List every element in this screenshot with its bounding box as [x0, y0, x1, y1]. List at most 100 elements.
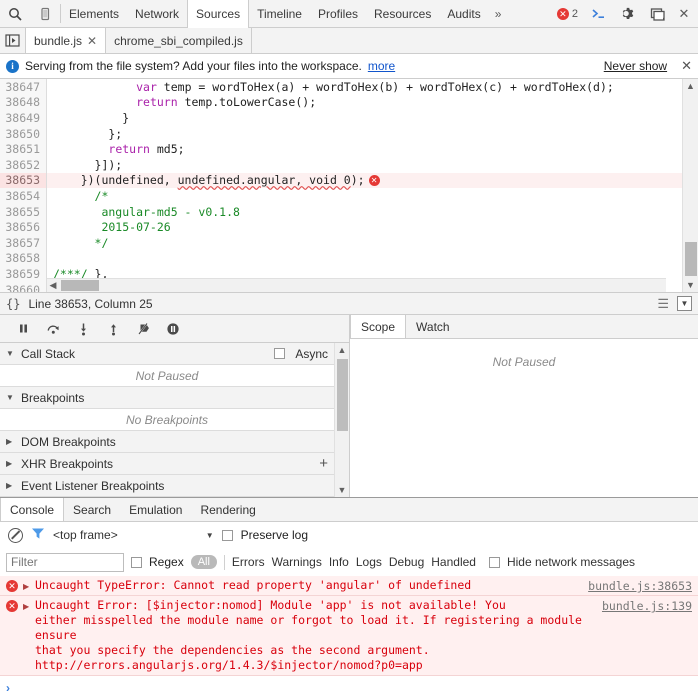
scroll-left-arrow-icon[interactable]: ◀ [47, 280, 59, 291]
editor-vertical-scrollbar[interactable]: ▲ ▼ [682, 79, 698, 292]
expand-icon[interactable]: ▶ [23, 602, 30, 611]
chevron-down-icon[interactable]: ▼ [6, 349, 15, 358]
device-toggle-icon[interactable] [30, 0, 60, 27]
expand-icon[interactable]: ▶ [23, 582, 30, 591]
line-number[interactable]: 38658 [0, 250, 47, 267]
tab-watch[interactable]: Watch [406, 315, 460, 338]
tab-profiles[interactable]: Profiles [310, 0, 366, 27]
tab-emulation[interactable]: Emulation [120, 498, 191, 521]
execution-context-selector[interactable]: <top frame> [53, 528, 118, 542]
severity-debug-button[interactable]: Debug [389, 555, 424, 569]
pretty-print-icon[interactable]: {} [6, 297, 20, 311]
scroll-up-arrow-icon[interactable]: ▲ [686, 81, 695, 91]
step-over-button[interactable] [40, 318, 66, 340]
menu-icon[interactable]: ☰ [657, 296, 669, 312]
line-number[interactable]: 38659 [0, 266, 47, 282]
vertical-scroll-thumb[interactable] [684, 242, 697, 276]
line-number[interactable]: 38651 [0, 141, 47, 157]
close-devtools-button[interactable]: ✕ [674, 6, 694, 22]
drawer-toggle-icon[interactable]: ▼ [677, 296, 692, 311]
tab-console[interactable]: Console [0, 498, 65, 521]
severity-warnings-button[interactable]: Warnings [272, 555, 322, 569]
error-count-badge[interactable]: ✕ 2 [553, 7, 582, 20]
chevron-down-icon[interactable]: ▼ [206, 531, 214, 540]
chevron-right-icon[interactable]: ▶ [6, 459, 15, 468]
chevron-down-icon[interactable]: ▼ [6, 393, 15, 402]
close-icon[interactable]: ✕ [87, 34, 97, 48]
scroll-down-arrow-icon[interactable]: ▼ [338, 485, 347, 495]
tab-timeline[interactable]: Timeline [249, 0, 310, 27]
debugger-section-header[interactable]: ▶ XHR Breakpoints + [0, 453, 334, 475]
pause-on-exceptions-button[interactable] [160, 318, 186, 340]
debugger-section-header[interactable]: ▼ Call Stack Async [0, 343, 334, 365]
line-number[interactable]: 38655 [0, 203, 47, 220]
chevron-right-icon[interactable]: ▶ [6, 481, 15, 490]
hide-network-messages-checkbox[interactable] [488, 556, 500, 568]
filter-input[interactable] [6, 552, 124, 572]
inspect-element-icon[interactable] [0, 0, 30, 27]
line-number[interactable]: 38649 [0, 110, 47, 126]
clear-console-icon[interactable] [8, 527, 23, 543]
source-link[interactable]: bundle.js:139 [596, 599, 692, 613]
code-content[interactable]: 38647 var temp = wordToHex(a) + wordToHe… [0, 79, 682, 292]
show-navigator-icon[interactable] [0, 28, 26, 53]
source-link[interactable]: bundle.js:38653 [582, 579, 692, 593]
line-number[interactable]: 38650 [0, 125, 47, 142]
severity-all-button[interactable]: All [190, 555, 217, 569]
tab-elements[interactable]: Elements [61, 0, 127, 27]
code-line-list: 38647 var temp = wordToHex(a) + wordToHe… [0, 79, 682, 292]
line-number[interactable]: 38653 [0, 172, 47, 189]
scroll-up-arrow-icon[interactable]: ▲ [338, 345, 347, 355]
inline-error-icon[interactable]: ✕ [368, 175, 380, 187]
severity-logs-button[interactable]: Logs [356, 555, 382, 569]
severity-errors-button[interactable]: Errors [232, 555, 265, 569]
tab-sources[interactable]: Sources [187, 0, 250, 28]
never-show-button[interactable]: Never show [604, 59, 667, 73]
editor-horizontal-scrollbar[interactable]: ◀ [47, 278, 666, 292]
dock-position-icon[interactable] [644, 1, 672, 27]
file-tab-chrome-sbi-compiled-js[interactable]: chrome_sbi_compiled.js [106, 28, 252, 53]
console-drawer-icon[interactable] [584, 1, 612, 27]
severity-handled-button[interactable]: Handled [431, 555, 476, 569]
horizontal-scroll-thumb[interactable] [61, 280, 99, 291]
line-number[interactable]: 38647 [0, 79, 47, 95]
debugger-section-header[interactable]: ▶ DOM Breakpoints [0, 431, 334, 453]
severity-info-button[interactable]: Info [329, 555, 349, 569]
line-number[interactable]: 38656 [0, 219, 47, 235]
deactivate-breakpoints-button[interactable] [130, 318, 156, 340]
add-breakpoint-icon[interactable]: + [319, 456, 328, 471]
debugger-section-header[interactable]: ▼ Breakpoints [0, 387, 334, 409]
sidebar-scroll-thumb[interactable] [336, 359, 348, 431]
tab-search[interactable]: Search [64, 498, 120, 521]
preserve-log-checkbox[interactable] [221, 529, 233, 541]
line-number[interactable]: 38654 [0, 188, 47, 204]
pause-resume-button[interactable] [10, 318, 36, 340]
chevron-right-icon[interactable]: ▶ [6, 437, 15, 446]
tab-rendering[interactable]: Rendering [191, 498, 264, 521]
tab-scope[interactable]: Scope [350, 315, 407, 338]
filter-funnel-icon[interactable] [31, 527, 45, 543]
console-prompt[interactable]: › [0, 677, 698, 699]
tab-audits[interactable]: Audits [439, 0, 488, 27]
tab-resources[interactable]: Resources [366, 0, 439, 27]
step-out-button[interactable] [100, 318, 126, 340]
step-into-button[interactable] [70, 318, 96, 340]
debugger-section-header[interactable]: ▶ Event Listener Breakpoints [0, 475, 334, 497]
line-number[interactable]: 38648 [0, 94, 47, 111]
line-number[interactable]: 38652 [0, 156, 47, 173]
line-number[interactable]: 38657 [0, 234, 47, 251]
gear-icon[interactable] [614, 1, 642, 27]
more-panels-button[interactable]: » [489, 0, 508, 27]
line-number[interactable]: 38660 [0, 281, 47, 292]
async-checkbox[interactable] [274, 348, 286, 359]
debugger-section-title: Event Listener Breakpoints [21, 478, 165, 493]
regex-checkbox[interactable] [131, 556, 142, 568]
file-tab-bundle-js[interactable]: bundle.js ✕ [26, 28, 107, 53]
tab-network[interactable]: Network [127, 0, 187, 27]
scroll-down-arrow-icon[interactable]: ▼ [686, 280, 695, 290]
console-message[interactable]: ✕ ▶ Uncaught Error: [$injector:nomod] Modu… [0, 596, 698, 676]
console-message[interactable]: ✕ ▶ Uncaught TypeError: Cannot read proper… [0, 576, 698, 596]
infobar-more-link[interactable]: more [368, 59, 395, 73]
close-icon[interactable]: ✕ [673, 58, 692, 74]
sidebar-scrollbar[interactable]: ▲ ▼ [334, 343, 349, 497]
